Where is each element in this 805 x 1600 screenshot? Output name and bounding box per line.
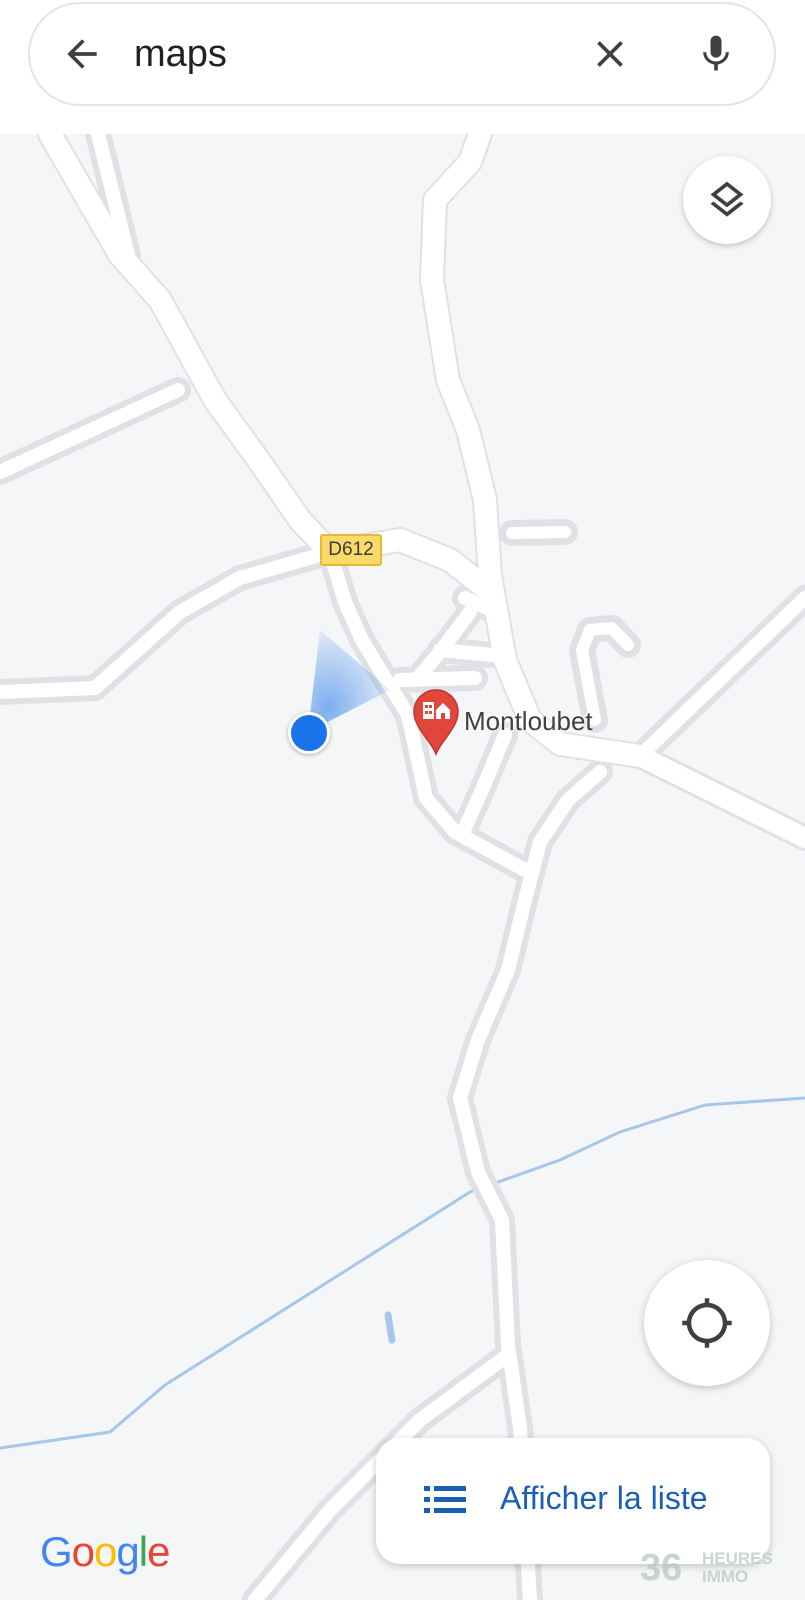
crosshair-icon xyxy=(682,1298,732,1348)
layers-icon xyxy=(710,181,744,217)
search-bar[interactable] xyxy=(28,2,776,106)
close-icon xyxy=(597,41,623,67)
watermark-top-text: HEURES xyxy=(702,1549,773,1568)
list-icon xyxy=(424,1486,466,1513)
place-label[interactable]: Montloubet xyxy=(464,706,593,737)
maps-app: D612 Montloubet xyxy=(0,0,805,1600)
search-header xyxy=(0,0,805,134)
search-input[interactable] xyxy=(134,26,554,82)
show-list-label: Afficher la liste xyxy=(500,1480,708,1516)
watermark-bottom-text: IMMO xyxy=(702,1567,749,1586)
home-pin-icon[interactable] xyxy=(412,688,460,756)
map-layers-button[interactable] xyxy=(683,156,771,244)
voice-search-button[interactable] xyxy=(686,24,746,84)
arrow-left-icon xyxy=(67,39,97,69)
road-shield-d612: D612 xyxy=(320,534,382,566)
watermark-number: 36 xyxy=(640,1547,683,1589)
my-location-dot xyxy=(288,712,330,754)
my-location-button[interactable] xyxy=(644,1260,770,1386)
watermark-logo: 36 HEURES IMMO xyxy=(640,1546,800,1590)
google-logo: Google xyxy=(40,1528,170,1575)
clear-search-button[interactable] xyxy=(580,24,640,84)
back-button[interactable] xyxy=(52,24,112,84)
microphone-icon xyxy=(703,35,729,71)
